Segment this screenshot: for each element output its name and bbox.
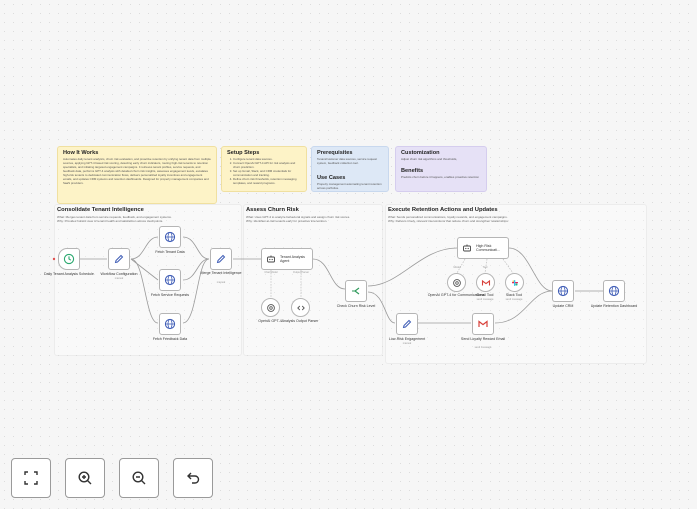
fetch-feedback-data-node[interactable] <box>159 313 181 335</box>
globe-icon <box>164 318 176 330</box>
analysis-output-parser-node[interactable] <box>291 298 310 317</box>
if-branch-icon <box>352 287 360 295</box>
check-churn-risk-node[interactable] <box>345 280 367 302</box>
send-loyalty-email-node[interactable] <box>472 313 494 335</box>
node-label: High Risk Communicati... <box>476 243 500 252</box>
node-label: Slack Tool <box>505 293 523 297</box>
slack-icon <box>511 279 518 286</box>
openai-icon <box>452 278 461 287</box>
fetch-tenant-data-node[interactable] <box>159 226 181 248</box>
zoom-in-icon <box>78 471 92 485</box>
low-risk-engagement-node[interactable] <box>396 313 418 335</box>
node-label: Analysis Output Parser <box>281 319 319 323</box>
node-label: Tenant Analysis Agent <box>280 254 305 263</box>
gmail-icon <box>478 320 488 327</box>
undo-icon <box>187 472 200 484</box>
slack-tool-node[interactable] <box>505 273 524 292</box>
globe-icon <box>608 285 620 297</box>
node-label: Fetch Feedback Data <box>152 337 188 341</box>
node-label: Workflow Configuration <box>100 272 138 276</box>
node-label: Fetch Tenant Data <box>155 250 185 254</box>
node-label: Low-Risk Engagement <box>388 337 426 341</box>
connections <box>52 236 603 324</box>
node-sublabel: manual <box>402 342 412 345</box>
schedule-trigger-node[interactable] <box>58 248 80 270</box>
gmail-tool-node[interactable] <box>476 273 495 292</box>
zoom-out-button[interactable] <box>119 458 159 498</box>
node-sublabel: manual <box>114 277 124 280</box>
node-label: Update Retention Dashboard <box>590 304 638 308</box>
globe-icon <box>164 231 176 243</box>
node-label: Fetch Service Requests <box>150 293 190 297</box>
node-sublabel: send message <box>505 298 523 301</box>
robot-icon <box>267 255 275 263</box>
pencil-icon <box>402 319 412 329</box>
node-label: Send Loyalty Reward Email <box>460 337 506 341</box>
fetch-service-requests-node[interactable] <box>159 269 181 291</box>
globe-icon <box>164 274 176 286</box>
node-label: Check Churn Risk Level <box>336 304 376 308</box>
openai-gpt4-node[interactable] <box>261 298 280 317</box>
globe-icon <box>557 285 569 297</box>
pencil-icon <box>216 254 226 264</box>
port-label-output-parser: Output Parser <box>292 271 310 274</box>
zoom-out-icon <box>132 471 146 485</box>
node-sublabel: manual <box>216 281 226 284</box>
workflow-config-node[interactable] <box>108 248 130 270</box>
gmail-icon <box>481 279 490 285</box>
pencil-icon <box>114 254 124 264</box>
merge-tenant-intelligence-node[interactable] <box>210 248 232 270</box>
openai-icon <box>266 303 275 312</box>
clock-icon <box>63 253 75 265</box>
openai-gpt4-communications-node[interactable] <box>447 273 466 292</box>
fit-view-button[interactable] <box>11 458 51 498</box>
code-icon <box>296 305 305 310</box>
node-sublabel: send message <box>474 346 492 349</box>
undo-button[interactable] <box>173 458 213 498</box>
high-risk-communication-node[interactable]: High Risk Communicati... <box>457 237 509 259</box>
zoom-in-button[interactable] <box>65 458 105 498</box>
port-label-tool: Tool <box>482 266 488 269</box>
robot-icon <box>463 244 471 252</box>
fullscreen-icon <box>24 471 38 485</box>
tenant-analysis-agent-node[interactable]: Tenant Analysis Agent <box>261 248 313 270</box>
node-label: Merge Tenant Intelligence <box>200 271 242 275</box>
update-retention-dashboard-node[interactable] <box>603 280 625 302</box>
update-crm-node[interactable] <box>552 280 574 302</box>
